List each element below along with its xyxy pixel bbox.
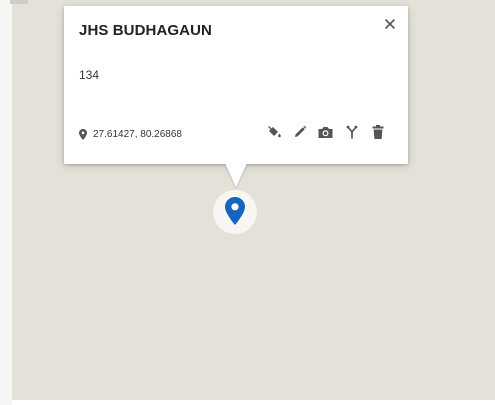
close-button[interactable] <box>380 14 400 34</box>
top-edge-control <box>10 0 28 4</box>
directions-button[interactable] <box>343 123 360 140</box>
style-button[interactable] <box>265 123 282 140</box>
location-pin-icon <box>79 129 87 140</box>
directions-icon <box>346 125 357 139</box>
info-popup: JHS BUDHAGAUN 134 27.61427, 80.26868 <box>64 6 408 164</box>
left-strip <box>0 0 12 405</box>
trash-icon <box>372 124 383 139</box>
close-icon <box>385 19 395 29</box>
pencil-icon <box>294 125 306 137</box>
edit-button[interactable] <box>291 123 308 140</box>
coordinates-row: 27.61427, 80.26868 <box>79 129 182 140</box>
paint-bucket-icon <box>267 125 281 137</box>
map-marker-icon[interactable] <box>225 197 245 225</box>
delete-button[interactable] <box>369 123 386 140</box>
camera-icon <box>318 126 333 138</box>
popup-title: JHS BUDHAGAUN <box>79 22 212 39</box>
popup-pointer <box>225 163 247 187</box>
coordinates-text: 27.61427, 80.26868 <box>93 129 182 140</box>
action-toolbar <box>265 123 386 140</box>
photo-button[interactable] <box>317 123 334 140</box>
popup-description: 134 <box>79 68 100 82</box>
